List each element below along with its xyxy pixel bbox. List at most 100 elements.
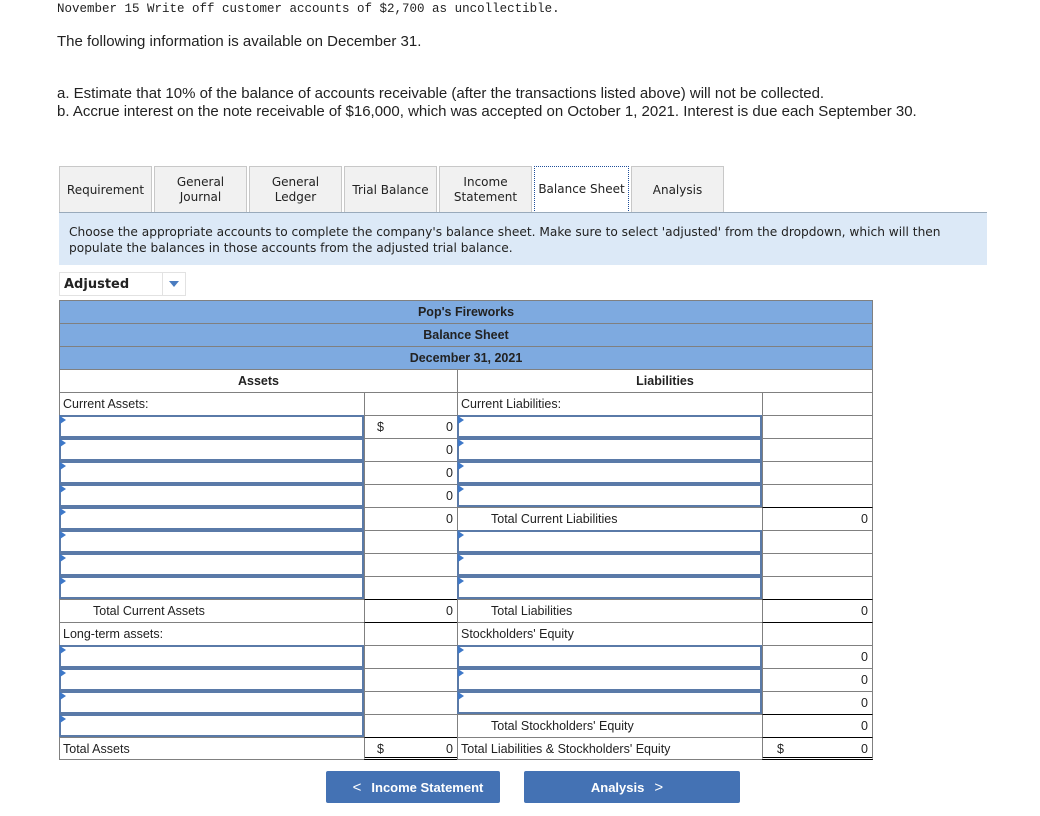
current-asset-amount: 0 <box>364 484 457 507</box>
liability-amount <box>762 530 873 553</box>
current-liability-amount <box>762 438 873 461</box>
equity-amount: 0 <box>762 691 873 714</box>
current-liability-account-input[interactable] <box>457 438 762 461</box>
liability-account-input[interactable] <box>457 576 762 599</box>
chevron-right-icon: > <box>654 778 664 796</box>
current-asset-account-input[interactable] <box>59 507 364 530</box>
equity-amount: 0 <box>762 668 873 691</box>
total-liabilities-amount: 0 <box>762 599 873 622</box>
instructions-box: Choose the appropriate accounts to compl… <box>59 213 987 265</box>
liability-amount <box>762 553 873 576</box>
amount-cell <box>762 392 873 415</box>
current-liability-amount <box>762 415 873 438</box>
requirement-b: b. Accrue interest on the note receivabl… <box>57 103 917 120</box>
current-liability-account-input[interactable] <box>457 461 762 484</box>
current-liability-account-input[interactable] <box>457 415 762 438</box>
equity-amount: 0 <box>762 645 873 668</box>
tab-bar: Requirement General Journal General Ledger… <box>59 166 726 213</box>
long-term-asset-account-input[interactable] <box>59 714 364 737</box>
total-current-assets-label: Total Current Assets <box>59 599 364 622</box>
dropdown-value: Adjusted <box>60 273 163 295</box>
tab-label: General Ledger <box>271 175 320 204</box>
current-liabilities-label: Current Liabilities: <box>457 392 762 415</box>
liability-amount <box>762 576 873 599</box>
current-asset-amount <box>364 576 457 599</box>
current-asset-account-input[interactable] <box>59 553 364 576</box>
current-liability-amount <box>762 461 873 484</box>
total-liabilities-equity-label: Total Liabilities & Stockholders' Equity <box>457 737 762 760</box>
liabilities-header: Liabilities <box>457 369 873 392</box>
current-asset-account-input[interactable] <box>59 576 364 599</box>
current-asset-account-input[interactable] <box>59 530 364 553</box>
next-analysis-button[interactable]: Analysis > <box>524 771 740 803</box>
total-equity-label: Total Stockholders' Equity <box>457 714 762 737</box>
equity-account-input[interactable] <box>457 668 762 691</box>
equity-account-input[interactable] <box>457 645 762 668</box>
current-asset-account-input[interactable] <box>59 415 364 438</box>
tab-income-statement[interactable]: Income Statement <box>439 166 532 213</box>
tab-general-ledger[interactable]: General Ledger <box>249 166 342 213</box>
adjusted-dropdown[interactable]: Adjusted <box>59 272 186 296</box>
tab-label: Balance Sheet <box>538 182 625 196</box>
long-term-asset-account-input[interactable] <box>59 668 364 691</box>
tab-label: Trial Balance <box>352 182 429 197</box>
current-asset-amount: 0 <box>364 461 457 484</box>
intro-text: The following information is available o… <box>57 33 422 50</box>
tab-analysis[interactable]: Analysis <box>631 166 724 213</box>
next-button-label: Analysis <box>590 779 645 795</box>
statement-date: December 31, 2021 <box>59 346 873 369</box>
tab-trial-balance[interactable]: Trial Balance <box>344 166 437 213</box>
long-term-asset-amount <box>364 691 457 714</box>
current-assets-label: Current Assets: <box>59 392 364 415</box>
dropdown-arrow-icon[interactable] <box>163 281 185 287</box>
tab-label: Analysis <box>652 182 703 197</box>
requirements-list: a. Estimate that 10% of the balance of a… <box>57 85 917 121</box>
assets-header: Assets <box>59 369 457 392</box>
current-asset-account-input[interactable] <box>59 484 364 507</box>
current-liability-account-input[interactable] <box>457 484 762 507</box>
tab-label: Income Statement <box>453 175 518 204</box>
total-assets-label: Total Assets <box>59 737 364 760</box>
tab-balance-sheet[interactable]: Balance Sheet <box>534 166 629 213</box>
total-current-liabilities-label: Total Current Liabilities <box>457 507 762 530</box>
dollar-sign: $ <box>777 742 784 756</box>
tab-requirement[interactable]: Requirement <box>59 166 152 213</box>
total-current-assets-amount: 0 <box>364 599 457 622</box>
amount-cell <box>364 622 457 645</box>
liability-account-input[interactable] <box>457 553 762 576</box>
current-asset-account-input[interactable] <box>59 461 364 484</box>
amount-cell <box>364 392 457 415</box>
long-term-asset-amount <box>364 714 457 737</box>
total-assets-amount: $0 <box>364 737 457 760</box>
company-name: Pop's Fireworks <box>59 300 873 323</box>
long-term-asset-account-input[interactable] <box>59 645 364 668</box>
total-equity-amount: 0 <box>762 714 873 737</box>
long-term-assets-label: Long-term assets: <box>59 622 364 645</box>
long-term-asset-account-input[interactable] <box>59 691 364 714</box>
total-current-liabilities-amount: 0 <box>762 507 873 530</box>
equity-account-input[interactable] <box>457 691 762 714</box>
transaction-line: November 15 Write off customer accounts … <box>57 2 560 16</box>
requirement-a: a. Estimate that 10% of the balance of a… <box>57 85 825 102</box>
current-asset-amount: 0 <box>364 507 457 530</box>
current-liability-amount <box>762 484 873 507</box>
current-asset-account-input[interactable] <box>59 438 364 461</box>
current-asset-amount: 0 <box>364 438 457 461</box>
dollar-sign: $ <box>377 420 384 434</box>
current-asset-amount: $0 <box>364 415 457 438</box>
tab-general-journal[interactable]: General Journal <box>154 166 247 213</box>
amount-cell <box>762 622 873 645</box>
prev-income-statement-button[interactable]: < Income Statement <box>326 771 500 803</box>
balance-sheet-table: Pop's Fireworks Balance Sheet December 3… <box>59 300 873 760</box>
statement-title: Balance Sheet <box>59 323 873 346</box>
dollar-sign: $ <box>377 742 384 756</box>
chevron-left-icon: < <box>352 778 362 796</box>
long-term-asset-amount <box>364 668 457 691</box>
liability-account-input[interactable] <box>457 530 762 553</box>
stockholders-equity-label: Stockholders' Equity <box>457 622 762 645</box>
tab-label: Requirement <box>66 182 145 197</box>
prev-button-label: Income Statement <box>371 779 484 795</box>
tab-label: General Journal <box>176 175 225 204</box>
current-asset-amount <box>364 553 457 576</box>
total-liabilities-label: Total Liabilities <box>457 599 762 622</box>
